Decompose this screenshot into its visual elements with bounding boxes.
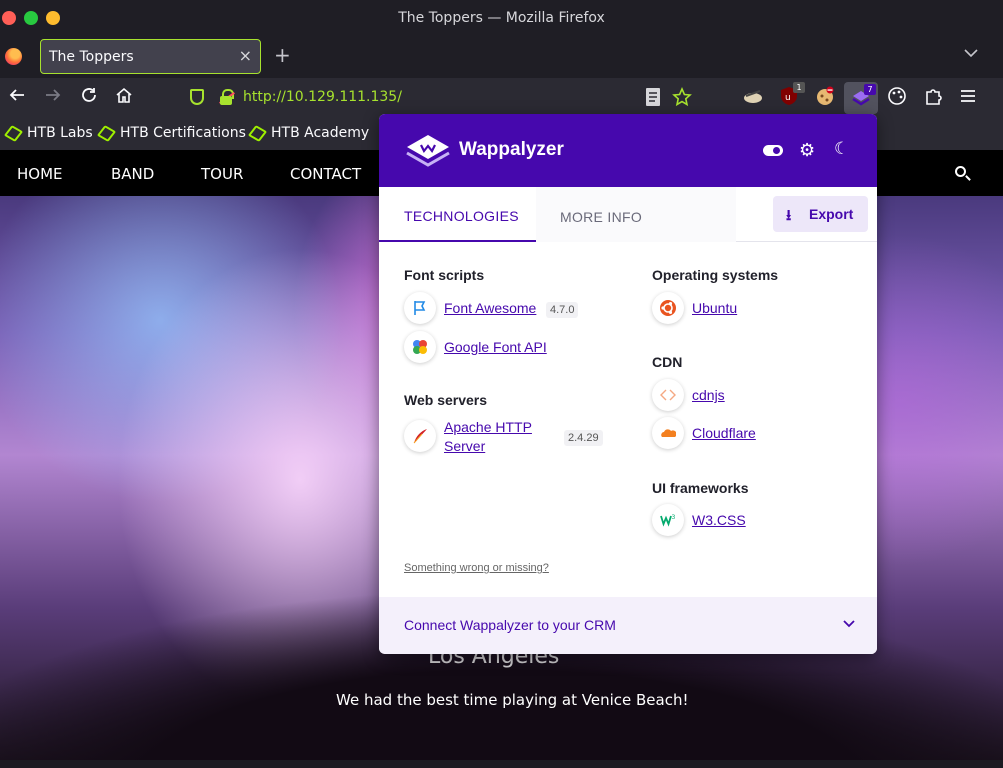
url-bar[interactable]: http://10.129.111.135/ (180, 83, 710, 113)
w3css-icon: 3 (652, 504, 684, 536)
chevron-down-icon[interactable] (843, 615, 855, 631)
extension-palette-icon[interactable] (887, 86, 909, 108)
tab-more-info[interactable]: MORE INFO (536, 187, 736, 242)
site-nav-home[interactable]: HOME (17, 165, 63, 183)
cloudflare-cloud-icon (652, 417, 684, 449)
tech-ubuntu[interactable]: Ubuntu (692, 299, 737, 318)
svg-text:u: u (785, 93, 791, 103)
category-operating-systems[interactable]: Operating systems (652, 267, 778, 283)
apache-feather-icon (404, 420, 436, 452)
ubuntu-icon (652, 292, 684, 324)
version-font-awesome: 4.7.0 (546, 302, 579, 318)
bookmark-star-icon[interactable] (672, 86, 694, 109)
tech-cdnjs[interactable]: cdnjs (692, 386, 725, 405)
site-nav-tour[interactable]: TOUR (201, 165, 243, 183)
reader-view-icon[interactable] (645, 87, 667, 109)
extension-cookie-icon[interactable] (815, 86, 837, 108)
window-title: The Toppers — Mozilla Firefox (398, 10, 605, 26)
tab-the-toppers[interactable]: The Toppers × (40, 39, 261, 74)
page-bottom-edge (0, 760, 1003, 768)
bookmark-htb-academy[interactable]: HTB Academy (247, 124, 369, 142)
site-search-icon[interactable] (955, 166, 966, 177)
gear-icon[interactable]: ⚙ (799, 140, 815, 161)
connect-crm-text: Connect Wappalyzer to your CRM (404, 617, 616, 633)
tracking-protection-shield-icon[interactable] (190, 89, 204, 105)
something-wrong-link[interactable]: Something wrong or missing? (404, 562, 549, 574)
slide-caption: We had the best time playing at Venice B… (336, 691, 689, 709)
tab-title: The Toppers (49, 49, 134, 65)
wappalyzer-badge: 7 (864, 84, 876, 95)
extension-ublock-icon[interactable]: u 1 (779, 82, 805, 108)
version-apache: 2.4.29 (564, 430, 603, 446)
new-tab-button[interactable]: + (274, 43, 291, 67)
technologies-list: Font scripts Font Awesome 4.7.0 Google F… (379, 242, 877, 597)
connect-crm-banner[interactable]: Connect Wappalyzer to your CRM (379, 597, 877, 654)
category-web-servers[interactable]: Web servers (404, 392, 487, 408)
tech-w3css[interactable]: W3.CSS (692, 511, 746, 530)
toggle-switch-icon[interactable] (763, 145, 783, 156)
tab-technologies[interactable]: TECHNOLOGIES (379, 187, 536, 242)
tab-strip: The Toppers × + (0, 38, 1003, 78)
dark-mode-moon-icon[interactable]: ☾ (834, 139, 849, 159)
site-nav-contact[interactable]: CONTACT (290, 165, 361, 183)
site-nav-band[interactable]: BAND (111, 165, 154, 183)
wappalyzer-header: Wappalyzer ⚙ ☾ (379, 114, 877, 187)
navigation-bar: http://10.129.111.135/ u 1 7 (0, 78, 1003, 118)
extension-wappalyzer-button[interactable]: 7 (844, 82, 878, 114)
category-ui-frameworks[interactable]: UI frameworks (652, 480, 748, 496)
reload-icon[interactable] (80, 86, 98, 109)
extension-foxyproxy-icon[interactable] (743, 86, 765, 108)
category-cdn[interactable]: CDN (652, 354, 682, 370)
google-fonts-icon (404, 331, 436, 363)
app-menu-icon[interactable] (959, 86, 981, 108)
ublock-badge: 1 (793, 82, 805, 93)
home-icon[interactable] (115, 86, 133, 109)
cdnjs-icon (652, 379, 684, 411)
font-awesome-flag-icon (404, 292, 436, 324)
list-all-tabs-icon[interactable] (964, 46, 978, 62)
tech-cloudflare[interactable]: Cloudflare (692, 424, 756, 443)
title-bar: The Toppers — Mozilla Firefox (0, 0, 1003, 38)
download-icon: ⭳ (786, 207, 792, 224)
svg-text:3: 3 (672, 514, 676, 521)
back-icon[interactable] (8, 86, 26, 109)
htb-cube-icon (3, 124, 24, 142)
close-tab-icon[interactable]: × (239, 46, 252, 65)
htb-cube-icon (247, 124, 268, 142)
htb-cube-icon (96, 124, 117, 142)
wappalyzer-popup: Wappalyzer ⚙ ☾ TECHNOLOGIES MORE INFO ⭳ … (379, 114, 877, 654)
category-font-scripts[interactable]: Font scripts (404, 267, 484, 283)
extensions-puzzle-icon[interactable] (923, 86, 945, 108)
tech-google-font-api[interactable]: Google Font API (444, 338, 547, 357)
tech-apache-http-server[interactable]: Apache HTTP Server (444, 418, 532, 456)
firefox-view-icon[interactable] (5, 48, 22, 65)
insecure-connection-lock-icon[interactable] (219, 89, 235, 105)
wappalyzer-tabs: TECHNOLOGIES MORE INFO ⭳ Export (379, 187, 877, 242)
url-text[interactable]: http://10.129.111.135/ (243, 89, 402, 105)
wappalyzer-title: Wappalyzer (459, 139, 564, 160)
wappalyzer-logo-icon (406, 135, 450, 167)
bookmark-htb-certifications[interactable]: HTB Certifications (96, 124, 246, 142)
forward-icon[interactable] (44, 86, 62, 109)
tech-font-awesome[interactable]: Font Awesome (444, 299, 536, 318)
bookmark-htb-labs[interactable]: HTB Labs (3, 124, 93, 142)
export-button[interactable]: ⭳ Export (773, 196, 868, 232)
